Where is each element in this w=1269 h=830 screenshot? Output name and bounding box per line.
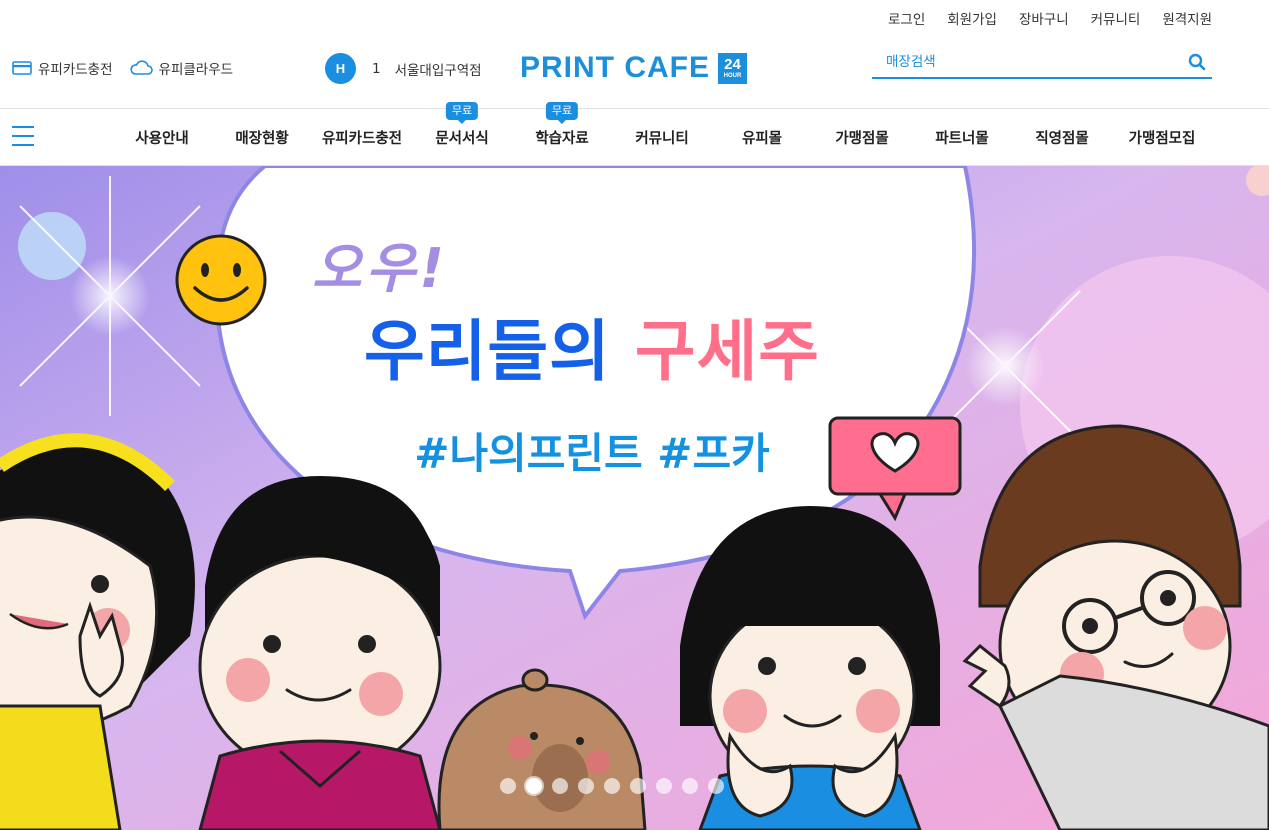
cart-link[interactable]: 장바구니 [1019,8,1069,28]
remote-support-link[interactable]: 원격지원 [1162,8,1212,28]
menu-bar [12,126,34,128]
cloud-label: 유피클라우드 [158,62,234,78]
banner-wow-text: 오우! [312,237,448,300]
banner-title-pink: 구세주 [634,313,821,390]
site-logo[interactable]: PRINT CAFE 24 HOUR [520,51,747,85]
logo-24-badge: 24 HOUR [718,52,747,84]
store-search [872,47,1212,79]
logo-badge-sub: HOUR [723,73,742,79]
store-number: 1 [372,60,381,77]
slide-dot[interactable] [500,778,516,794]
card-charge-link[interactable]: 유피카드충전 [12,58,113,78]
nav-item-franchise-mall[interactable]: 가맹점몰 [812,109,912,165]
hamburger-menu-button[interactable] [12,126,34,148]
nav-item-franchise-recruit[interactable]: 가맹점모집 [1112,109,1212,165]
main-nav: 사용안내 매장현황 유피카드충전 무료 문서서식 무료 학습자료 커뮤니티 유피몰 … [0,102,1269,166]
free-tag: 무료 [445,102,479,121]
logo-text: PRINT CAFE [520,51,710,84]
nav-label: 사용안내 [135,130,189,147]
slide-dot[interactable] [656,778,672,794]
slide-dot[interactable] [526,778,542,794]
nav-label: 직영점몰 [1035,130,1089,147]
nav-item-partner-mall[interactable]: 파트너몰 [912,109,1012,165]
community-link[interactable]: 커뮤니티 [1091,8,1141,28]
nav-label: 가맹점몰 [835,130,889,147]
hero-banner[interactable]: 오우! 우리들의 구세주 #나의프린트 #프카 [0,166,1269,830]
menu-bar [12,144,34,146]
nav-item-direct-mall[interactable]: 직영점몰 [1012,109,1112,165]
cloud-icon [129,60,153,75]
nav-item-community[interactable]: 커뮤니티 [612,109,712,165]
slide-dot[interactable] [708,778,724,794]
card-icon [12,61,32,75]
header-shortcuts: 유피카드충전 유피클라우드 [12,58,233,78]
banner-title: 우리들의 구세주 [0,298,1184,394]
banner-title-blue: 우리들의 [363,313,611,390]
nav-item-stores[interactable]: 매장현황 [212,109,312,165]
slide-indicators [500,778,724,794]
card-charge-label: 유피카드충전 [38,62,113,78]
nav-label: 가맹점모집 [1128,130,1196,147]
slide-dot[interactable] [630,778,646,794]
nav-label: 매장현황 [235,130,289,147]
nav-label: 파트너몰 [935,130,989,147]
login-link[interactable]: 로그인 [888,8,925,28]
logo-badge-number: 24 [724,56,741,73]
slide-dot[interactable] [682,778,698,794]
free-tag: 무료 [545,102,579,121]
slide-dot[interactable] [552,778,568,794]
nav-label: 유피몰 [741,130,783,147]
banner-hashtags: #나의프린트 #프카 [414,429,770,478]
signup-link[interactable]: 회원가입 [947,8,997,28]
nav-item-card-charge[interactable]: 유피카드충전 [312,109,412,165]
nav-label: 문서서식 [435,130,489,147]
cloud-link[interactable]: 유피클라우드 [129,58,234,78]
utility-links: 로그인 회원가입 장바구니 커뮤니티 원격지원 [888,8,1212,28]
nav-item-guide[interactable]: 사용안내 [112,109,212,165]
nav-label: 학습자료 [535,130,589,147]
character-boy [198,476,442,830]
nav-label: 커뮤니티 [635,130,689,147]
store-search-input[interactable] [872,54,1182,70]
store-name: 서울대입구역점 [394,62,482,79]
nav-label: 유피카드충전 [321,130,403,147]
nav-items: 사용안내 매장현황 유피카드충전 무료 문서서식 무료 학습자료 커뮤니티 유피몰 … [112,102,1212,165]
nav-item-up-mall[interactable]: 유피몰 [712,109,812,165]
slide-dot[interactable] [578,778,594,794]
current-store[interactable]: H 1 서울대입구역점 [325,53,482,84]
slide-dot[interactable] [604,778,620,794]
menu-bar [12,135,34,137]
search-button[interactable] [1182,47,1212,77]
nav-item-study[interactable]: 무료학습자료 [512,102,612,165]
search-icon [1188,53,1206,71]
nav-item-documents[interactable]: 무료문서서식 [412,102,512,165]
store-badge: H [325,53,356,84]
